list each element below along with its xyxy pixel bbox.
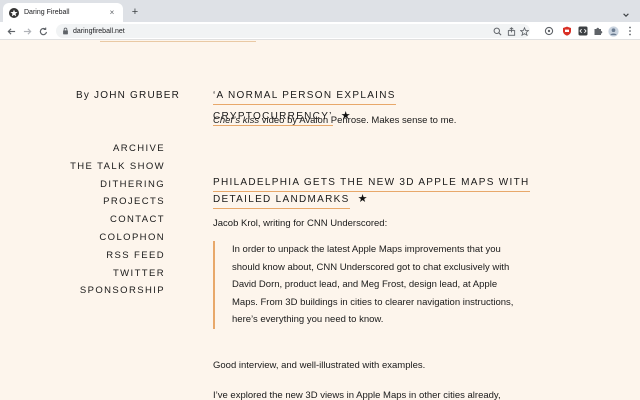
profile-avatar-icon[interactable] — [607, 25, 619, 37]
post-body-text: video by Avalon Penrose. Makes sense to … — [259, 115, 457, 126]
browser-toolbar: daringfireball.net — [0, 22, 640, 40]
tab-daring-fireball[interactable]: Daring Fireball × — [3, 3, 123, 22]
tab-close-icon[interactable]: × — [107, 8, 117, 17]
shield-extension-icon[interactable] — [561, 25, 573, 37]
sidebar-item-the-talk-show[interactable]: THE TALK SHOW — [70, 161, 165, 180]
blockquote: In order to unpack the latest Apple Maps… — [213, 241, 523, 329]
tab-strip: Daring Fireball × + — [0, 0, 640, 22]
sidebar-item-archive[interactable]: ARCHIVE — [70, 144, 165, 162]
code-extension-icon[interactable] — [577, 25, 589, 37]
post-body: Good interview, and well-illustrated wit… — [213, 360, 426, 371]
url-text: daringfireball.net — [73, 27, 125, 35]
forward-arrow-icon[interactable] — [20, 24, 34, 38]
sidebar-item-sponsorship[interactable]: SPONSORSHIP — [70, 286, 165, 304]
more-menu-icon[interactable] — [624, 25, 636, 37]
post-title-link-line2[interactable]: DETAILED LANDMARKS — [213, 194, 350, 209]
sidebar-item-projects[interactable]: PROJECTS — [70, 197, 165, 215]
sidebar-item-colophon[interactable]: COLOPHON — [70, 233, 165, 251]
post-body-emphasis: Chef’s kiss — [213, 115, 260, 126]
zoom-icon[interactable] — [492, 26, 502, 36]
address-bar[interactable]: daringfireball.net — [56, 24, 530, 38]
sidebar-item-rss-feed[interactable]: RSS FEED — [70, 250, 165, 269]
header-rule — [100, 41, 256, 42]
tab-title: Daring Fireball — [24, 9, 70, 16]
reload-icon[interactable] — [36, 24, 50, 38]
lock-icon[interactable] — [62, 22, 69, 40]
share-icon[interactable] — [506, 26, 516, 36]
sidebar-item-dithering[interactable]: DITHERING — [70, 179, 165, 198]
puzzle-extensions-icon[interactable] — [592, 25, 604, 37]
sidebar-item-twitter[interactable]: TWITTER — [70, 268, 165, 287]
new-tab-button[interactable]: + — [128, 5, 142, 19]
post-body: I’ve explored the new 3D views in Apple … — [213, 390, 501, 400]
bookmark-star-icon[interactable] — [519, 26, 529, 36]
sidebar-nav: ARCHIVE THE TALK SHOW DITHERING PROJECTS… — [70, 144, 165, 304]
byline[interactable]: By JOHN GRUBER — [76, 90, 180, 101]
post-body: Chef’s kiss video by Avalon Penrose. Mak… — [213, 115, 456, 127]
star-favicon-icon — [9, 7, 19, 18]
post-intro: Jacob Krol, writing for CNN Underscored: — [213, 218, 388, 229]
sidebar-item-contact[interactable]: CONTACT — [70, 215, 165, 233]
extension-icon[interactable] — [543, 25, 555, 37]
post-title: DETAILED LANDMARKS ★ — [213, 189, 369, 210]
permalink-star-icon[interactable]: ★ — [358, 193, 369, 205]
back-arrow-icon[interactable] — [4, 24, 18, 38]
